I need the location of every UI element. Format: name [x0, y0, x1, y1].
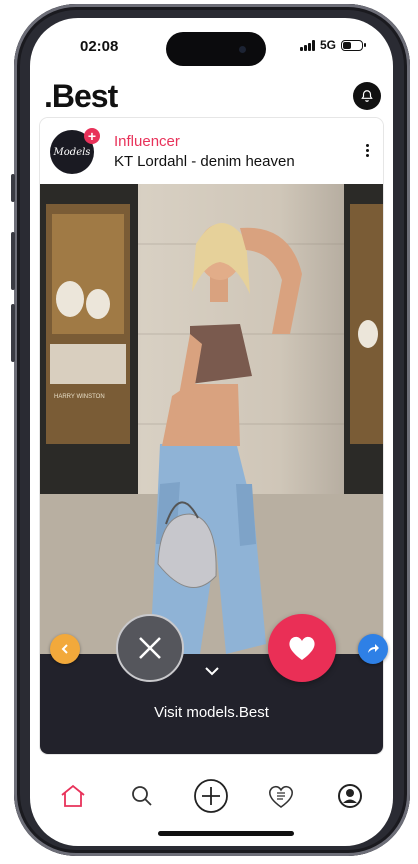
- search-icon: [132, 786, 152, 806]
- action-bar: Visit models.Best: [40, 654, 383, 754]
- photo-illustration: HARRY WINSTON: [40, 184, 383, 654]
- mute-switch: [11, 174, 15, 202]
- signal-icon: [300, 39, 315, 51]
- avatar-logo-text: Models: [53, 146, 91, 158]
- app-logo[interactable]: .Best: [44, 78, 118, 115]
- favorites-list-icon: [268, 785, 293, 808]
- tab-favorites[interactable]: [261, 776, 301, 816]
- chevron-down-icon[interactable]: [204, 666, 220, 676]
- battery-fill: [343, 41, 352, 49]
- app-header: .Best: [30, 76, 393, 120]
- bottom-tab-bar: [30, 766, 393, 826]
- notifications-button[interactable]: [353, 82, 381, 110]
- post-header: Models + Influencer KT Lordahl - denim h…: [40, 118, 383, 184]
- more-options-icon[interactable]: [359, 144, 375, 160]
- status-indicators: 5G: [300, 38, 367, 52]
- follow-plus-icon[interactable]: +: [84, 128, 100, 144]
- volume-down-button: [11, 304, 15, 362]
- home-indicator[interactable]: [158, 831, 294, 836]
- home-icon: [61, 784, 85, 807]
- store-sign-text: HARRY WINSTON: [54, 394, 105, 400]
- tab-search[interactable]: [122, 776, 162, 816]
- tab-home[interactable]: [53, 776, 93, 816]
- visit-link[interactable]: Visit models.Best: [40, 704, 383, 721]
- volume-up-button: [11, 232, 15, 290]
- status-time: 02:08: [80, 38, 119, 55]
- tab-add[interactable]: [191, 776, 231, 816]
- reject-button[interactable]: [116, 614, 184, 682]
- dynamic-island: [166, 32, 266, 66]
- share-button[interactable]: [358, 634, 388, 664]
- battery-icon: [341, 39, 367, 51]
- network-label: 5G: [320, 38, 337, 52]
- post-title: KT Lordahl - denim heaven: [114, 153, 295, 170]
- like-button[interactable]: [268, 614, 336, 682]
- add-icon: [194, 779, 229, 813]
- post-category[interactable]: Influencer: [114, 133, 180, 150]
- app-screen: 02:08 5G .Best Models + Influencer KT Lo…: [30, 18, 393, 846]
- heart-icon: [289, 636, 315, 660]
- profile-icon: [338, 784, 363, 808]
- camera-dot: [239, 46, 246, 53]
- close-icon: [139, 637, 161, 659]
- bell-icon: [361, 90, 373, 102]
- status-bar: 02:08 5G: [30, 18, 393, 72]
- chevron-left-icon: [61, 644, 68, 654]
- tab-profile[interactable]: [330, 776, 370, 816]
- post-photo[interactable]: HARRY WINSTON: [40, 184, 383, 654]
- share-arrow-icon: [368, 644, 379, 653]
- back-button[interactable]: [50, 634, 80, 664]
